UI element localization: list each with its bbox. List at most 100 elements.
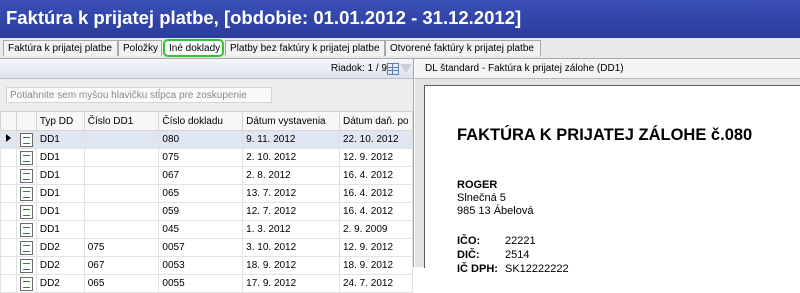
cell-cislo-dd1: 065	[83, 274, 160, 293]
cell-datum-dan: 22. 10. 2012	[338, 130, 414, 149]
cell-cislo-dd1	[83, 130, 160, 149]
table-row[interactable]: DD1 065 13. 7. 2012 16. 4. 2012	[0, 184, 414, 203]
cell-cislo-dd1	[83, 184, 160, 203]
row-indicator	[0, 130, 17, 149]
cell-cislo-dd1: 075	[83, 238, 160, 257]
tab-platby-bez-faktury[interactable]: Platby bez faktúry k prijatej platbe	[225, 40, 385, 56]
cell-datum-vystavenia: 12. 7. 2012	[242, 202, 340, 221]
dic-row: DIČ: 2514	[457, 249, 529, 261]
cell-typ-dd: DD1	[35, 184, 85, 203]
doc-type-cell	[15, 220, 37, 239]
table-row[interactable]: DD2 065 0055 17. 9. 2012 24. 7. 2012	[0, 274, 414, 293]
cell-cislo-dokladu: 067	[158, 166, 244, 185]
cell-datum-vystavenia: 1. 3. 2012	[242, 220, 340, 239]
doc-type-cell	[15, 274, 37, 293]
cell-typ-dd: DD2	[35, 238, 85, 257]
table-row[interactable]: DD1 067 2. 8. 2012 16. 4. 2012	[0, 166, 414, 185]
window-title: Faktúra k prijatej platbe, [obdobie: 01.…	[6, 7, 522, 28]
tab-ine-doklady[interactable]: Iné doklady	[163, 39, 224, 57]
current-row-arrow-icon	[5, 134, 11, 142]
table-row[interactable]: DD1 059 12. 7. 2012 16. 4. 2012	[0, 202, 414, 221]
tab-polozky[interactable]: Položky	[118, 40, 162, 56]
column-header-typ-dd[interactable]: Typ DD	[35, 111, 85, 131]
cell-cislo-dokladu: 0057	[158, 238, 244, 257]
ico-label: IČO:	[457, 235, 481, 247]
grid-layout-icon[interactable]	[387, 63, 399, 75]
icon-column-header	[15, 111, 37, 131]
cell-datum-vystavenia: 13. 7. 2012	[242, 184, 340, 203]
document-icon	[19, 168, 33, 183]
column-header-datum-dan[interactable]: Dátum daň. po	[338, 111, 414, 131]
cell-datum-vystavenia: 18. 9. 2012	[242, 256, 340, 275]
cell-cislo-dokladu: 045	[158, 220, 244, 239]
cell-datum-dan: 12. 9. 2012	[338, 148, 414, 167]
row-indicator	[0, 148, 17, 167]
row-indicator	[0, 202, 17, 221]
cell-cislo-dokladu: 065	[158, 184, 244, 203]
tab-strip: Faktúra k prijatej platbe Položky Iné do…	[0, 38, 800, 59]
cell-datum-vystavenia: 2. 8. 2012	[242, 166, 340, 185]
filter-icon[interactable]	[400, 64, 412, 73]
icdph-row: IČ DPH: SK12222222	[457, 263, 569, 275]
document-icon	[19, 150, 33, 165]
tab-otvorene-faktury[interactable]: Otvorené faktúry k prijatej platbe	[385, 40, 541, 56]
cell-typ-dd: DD2	[35, 256, 85, 275]
doc-type-cell	[15, 166, 37, 185]
document-preview-page[interactable]: FAKTÚRA K PRIJATEJ ZÁLOHE č.080 ROGER Sl…	[424, 85, 800, 275]
company-name: ROGER	[457, 179, 498, 191]
cell-typ-dd: DD1	[35, 202, 85, 221]
cell-datum-dan: 16. 4. 2012	[338, 202, 414, 221]
company-city: 985 13 Ábelová	[457, 205, 534, 217]
cell-typ-dd: DD1	[35, 220, 85, 239]
icdph-value: SK12222222	[505, 263, 569, 275]
column-header-cislo-dd1[interactable]: Číslo DD1	[83, 111, 160, 131]
tab-faktura[interactable]: Faktúra k prijatej platbe	[3, 40, 118, 56]
cell-datum-dan: 16. 4. 2012	[338, 166, 414, 185]
document-icon	[19, 222, 33, 237]
documents-grid: Typ DD Číslo DD1 Číslo dokladu Dátum vys…	[0, 111, 414, 293]
cell-datum-dan: 16. 4. 2012	[338, 184, 414, 203]
cell-cislo-dd1	[83, 202, 160, 221]
cell-cislo-dd1	[83, 220, 160, 239]
doc-type-cell	[15, 202, 37, 221]
cell-cislo-dokladu: 075	[158, 148, 244, 167]
doc-type-cell	[15, 238, 37, 257]
cell-cislo-dd1	[83, 166, 160, 185]
cell-typ-dd: DD1	[35, 166, 85, 185]
table-row[interactable]: DD2 075 0057 3. 10. 2012 12. 9. 2012	[0, 238, 414, 257]
preview-title: DL štandard - Faktúra k prijatej zálohe …	[425, 63, 624, 74]
doc-type-cell	[15, 184, 37, 203]
column-header-datum-vystavenia[interactable]: Dátum vystavenia	[242, 111, 340, 131]
cell-cislo-dokladu: 080	[158, 130, 244, 149]
table-row[interactable]: DD2 067 0053 18. 9. 2012 18. 9. 2012	[0, 256, 414, 275]
ico-row: IČO: 22221	[457, 235, 536, 247]
doc-type-cell	[15, 256, 37, 275]
doc-type-cell	[15, 130, 37, 149]
dic-label: DIČ:	[457, 249, 480, 261]
document-title: FAKTÚRA K PRIJATEJ ZÁLOHE č.080	[457, 126, 753, 144]
row-counter: Riadok: 1 / 9	[330, 63, 387, 74]
window-titlebar: Faktúra k prijatej platbe, [obdobie: 01.…	[0, 0, 800, 38]
preview-panel: DL štandard - Faktúra k prijatej zálohe …	[415, 59, 800, 275]
document-icon	[19, 258, 33, 273]
company-street: Slnečná 5	[457, 192, 506, 204]
preview-header: DL štandard - Faktúra k prijatej zálohe …	[415, 59, 800, 79]
cell-datum-dan: 12. 9. 2012	[338, 238, 414, 257]
cell-datum-dan: 18. 9. 2012	[338, 256, 414, 275]
document-icon	[19, 204, 33, 219]
cell-cislo-dd1	[83, 148, 160, 167]
table-row[interactable]: DD1 045 1. 3. 2012 2. 9. 2009	[0, 220, 414, 239]
document-icon	[19, 240, 33, 255]
column-header-cislo-dokladu[interactable]: Číslo dokladu	[158, 111, 244, 131]
doc-type-cell	[15, 148, 37, 167]
icdph-label: IČ DPH:	[457, 263, 498, 275]
table-row[interactable]: DD1 075 2. 10. 2012 12. 9. 2012	[0, 148, 414, 167]
cell-typ-dd: DD1	[35, 148, 85, 167]
group-by-hint: Potiahnite sem myšou hlavičku stĺpca pre…	[6, 87, 272, 103]
table-row[interactable]: DD1 080 9. 11. 2012 22. 10. 2012	[0, 130, 414, 149]
cell-datum-vystavenia: 2. 10. 2012	[242, 148, 340, 167]
cell-datum-vystavenia: 17. 9. 2012	[242, 274, 340, 293]
cell-cislo-dokladu: 0055	[158, 274, 244, 293]
row-indicator	[0, 274, 17, 293]
cell-cislo-dokladu: 0053	[158, 256, 244, 275]
